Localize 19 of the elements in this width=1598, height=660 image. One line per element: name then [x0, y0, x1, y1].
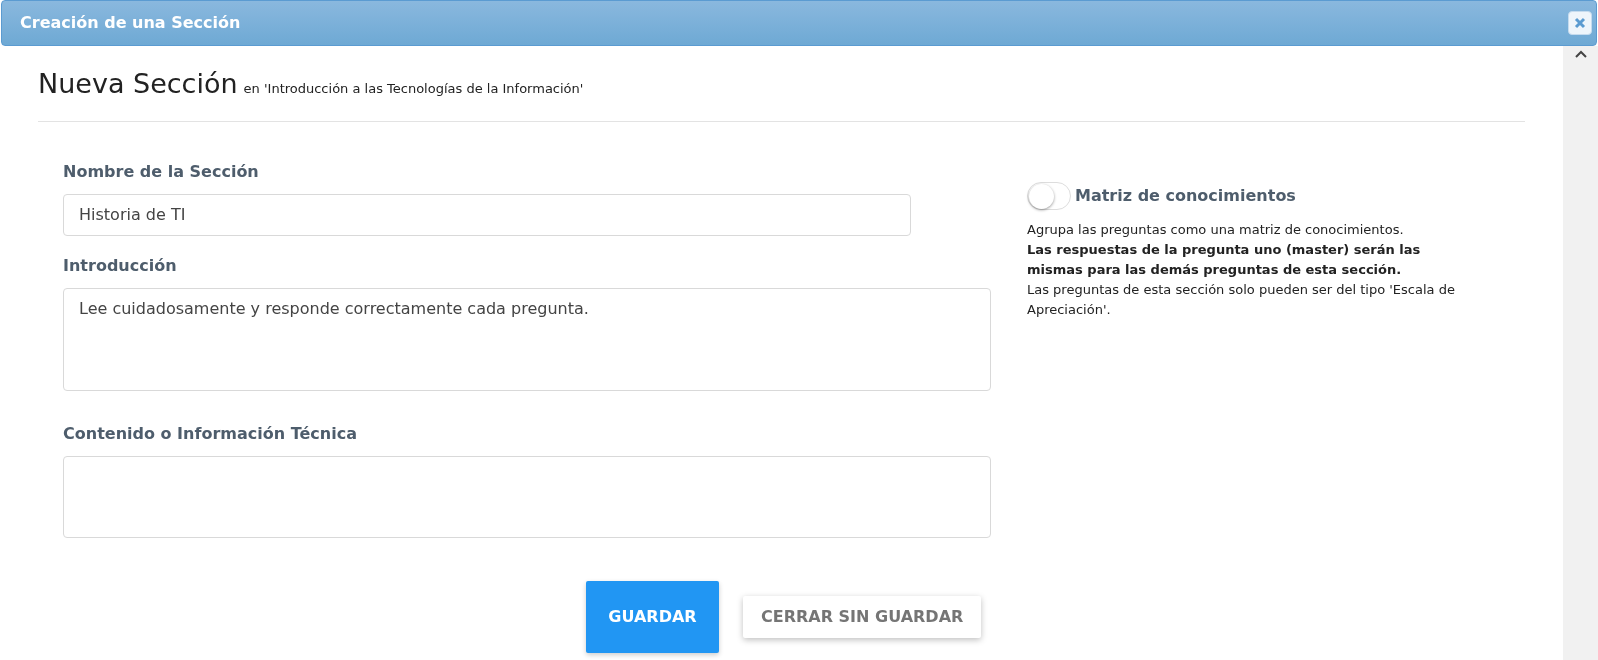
field-label: Nombre de la Sección	[63, 160, 260, 183]
text-field[interactable]: Historia de TI	[63, 193, 911, 236]
field-label: Contenido o Información Técnica	[63, 422, 358, 445]
text-area[interactable]	[63, 455, 991, 538]
toggle-switch[interactable]	[1027, 181, 1071, 210]
field-label: Introducción	[63, 254, 178, 277]
scrollbar[interactable]	[1563, 46, 1598, 660]
toggle-label: Matriz de conocimientos	[1075, 184, 1296, 207]
course-subtitle: en 'Introducción a las Tecnologías de la Información'	[243, 80, 584, 98]
close-button[interactable]	[1568, 11, 1592, 35]
close-icon	[1574, 17, 1586, 29]
section-heading: Nueva Sección	[38, 67, 238, 101]
description-text: Agrupa las preguntas como una matriz de conocimientos.	[1027, 220, 1405, 239]
close-without-saving-button[interactable]: CERRAR SIN GUARDAR	[743, 595, 982, 638]
description-text: Las preguntas de esta sección solo pueden ser del tipo 'Escala de Apreciación'.	[1027, 280, 1456, 319]
text-area[interactable]: Lee cuidadosamente y responde correctamente cada pregunta.	[63, 287, 991, 391]
scroll-up-icon[interactable]	[1574, 50, 1587, 58]
description-text: Las respuestas de la pregunta uno (master) serán las mismas para las demás preguntas de esta sección.	[1027, 240, 1422, 279]
window-title: Creación de una Sección	[20, 12, 241, 34]
